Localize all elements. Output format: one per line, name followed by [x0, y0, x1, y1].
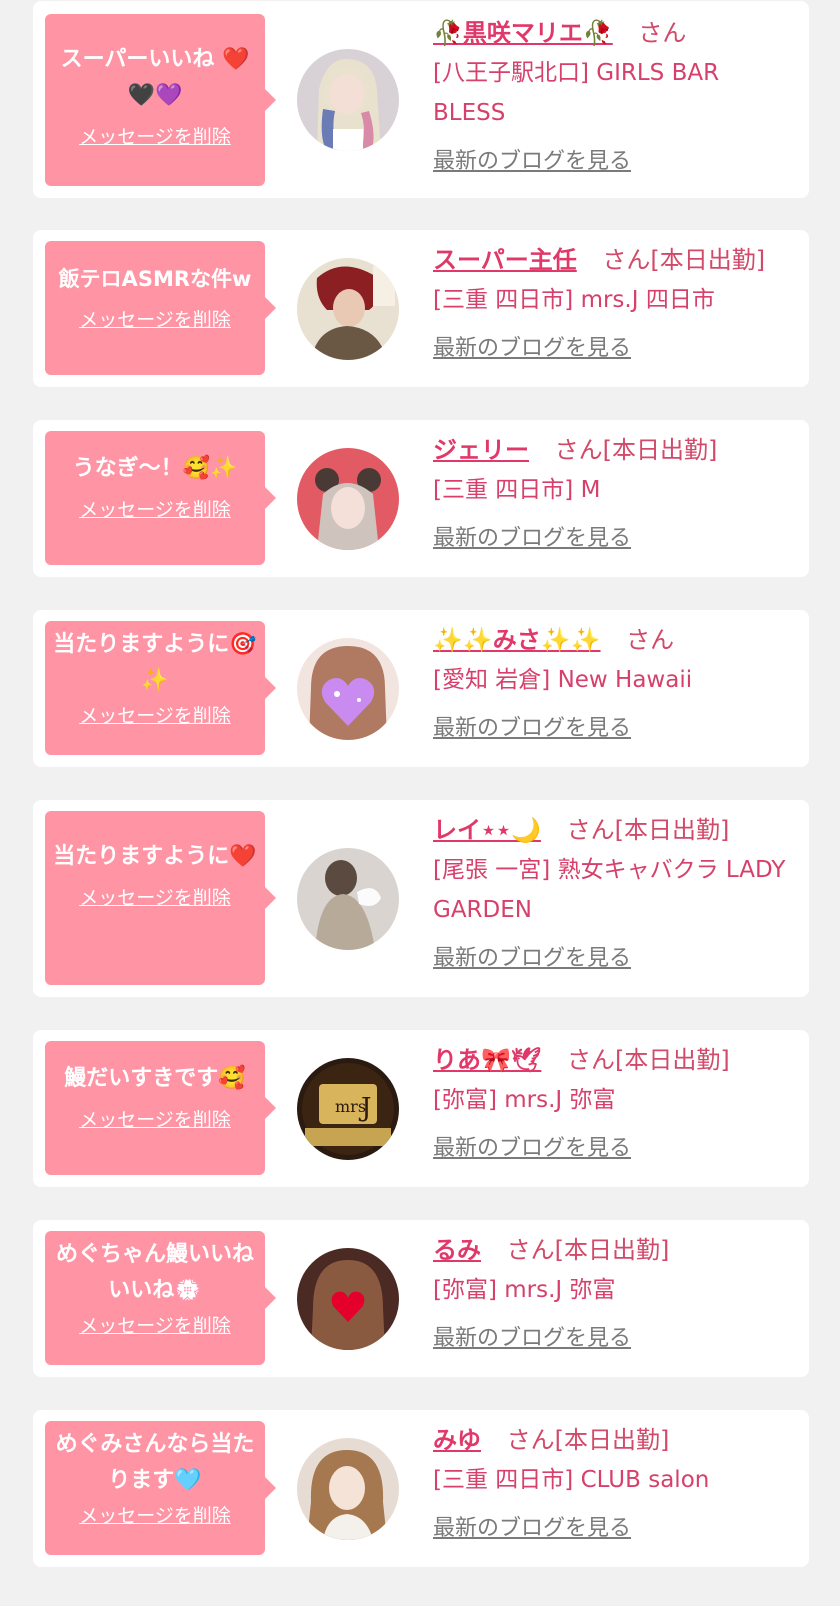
message-card: 鰻だいすきです🥰 メッセージを削除 mrs J りあ🎀🕊 さん[本日出勤] [弥…	[33, 1030, 809, 1187]
avatar[interactable]: mrs J	[297, 1058, 399, 1160]
latest-blog-link[interactable]: 最新のブログを見る	[433, 330, 631, 362]
svg-text:J: J	[358, 1093, 371, 1123]
delete-message-link[interactable]: メッセージを削除	[79, 1501, 231, 1528]
message-card: 当たりますように❤️ メッセージを削除 レイ⋆⋆🌙 さん[本日出勤] [尾張 一…	[33, 800, 809, 997]
shop-info: [三重 四日市] mrs.J 四日市	[433, 287, 715, 313]
delete-message-link[interactable]: メッセージを削除	[79, 1311, 231, 1338]
message-text: スーパーいいね ❤️🖤💜	[60, 47, 250, 108]
cast-info: レイ⋆⋆🌙 さん[本日出勤] [尾張 一宮] 熟女キャバクラ LADY GARD…	[433, 810, 793, 972]
latest-blog-link[interactable]: 最新のブログを見る	[433, 520, 631, 552]
message-card: スーパーいいね ❤️🖤💜 メッセージを削除 🥀黒咲マリエ🥀 さん [八王子駅北口…	[33, 1, 809, 198]
shop-info: [三重 四日市] M	[433, 477, 601, 503]
cast-info: みゆ さん[本日出勤] [三重 四日市] CLUB salon 最新のブログを見…	[433, 1420, 793, 1542]
cast-info: るみ さん[本日出勤] [弥富] mrs.J 弥富 最新のブログを見る	[433, 1230, 793, 1352]
message-card: めぐちゃん鰻いいねいいね💮 メッセージを削除 るみ さん[本日出勤] [弥富] …	[33, 1220, 809, 1377]
delete-message-link[interactable]: メッセージを削除	[79, 495, 231, 522]
message-text: 当たりますように❤️	[53, 844, 257, 869]
cast-name-link[interactable]: りあ🎀🕊	[433, 1046, 541, 1074]
cast-name-link[interactable]: 🥀黒咲マリエ🥀	[433, 19, 613, 47]
delete-message-link[interactable]: メッセージを削除	[79, 305, 231, 332]
shop-info: [尾張 一宮] 熟女キャバクラ LADY GARDEN	[433, 857, 786, 923]
message-bubble: めぐちゃん鰻いいねいいね💮 メッセージを削除	[45, 1231, 276, 1365]
cast-name-link[interactable]: みゆ	[433, 1426, 481, 1454]
latest-blog-link[interactable]: 最新のブログを見る	[433, 143, 631, 175]
latest-blog-link[interactable]: 最新のブログを見る	[433, 940, 631, 972]
message-card: 飯テロASMRな件w メッセージを削除 スーパー主任 さん[本日出勤] [三重 …	[33, 230, 809, 387]
name-line: 🥀黒咲マリエ🥀 さん	[433, 13, 793, 53]
message-bubble: 飯テロASMRな件w メッセージを削除	[45, 241, 276, 375]
shop-info: [愛知 岩倉] New Hawaii	[433, 667, 693, 693]
latest-blog-link[interactable]: 最新のブログを見る	[433, 1130, 631, 1162]
cast-name-link[interactable]: スーパー主任	[433, 246, 577, 274]
message-bubble: 当たりますように🎯✨ メッセージを削除	[45, 621, 276, 755]
cast-name-link[interactable]: レイ⋆⋆🌙	[433, 816, 541, 844]
latest-blog-link[interactable]: 最新のブログを見る	[433, 710, 631, 742]
message-bubble: 当たりますように❤️ メッセージを削除	[45, 811, 276, 985]
avatar[interactable]	[297, 448, 399, 550]
name-line: レイ⋆⋆🌙 さん[本日出勤]	[433, 810, 793, 850]
honorific: さん	[626, 626, 675, 654]
message-bubble: スーパーいいね ❤️🖤💜 メッセージを削除	[45, 14, 276, 186]
name-line: ジェリー さん[本日出勤]	[433, 430, 793, 470]
cast-info: ✨✨みさ✨✨ さん [愛知 岩倉] New Hawaii 最新のブログを見る	[433, 620, 793, 742]
name-line: るみ さん[本日出勤]	[433, 1230, 793, 1270]
cast-info: 🥀黒咲マリエ🥀 さん [八王子駅北口] GIRLS BAR BLESS 最新のブ…	[433, 13, 793, 175]
name-line: スーパー主任 さん[本日出勤]	[433, 240, 793, 280]
cast-name-link[interactable]: るみ	[433, 1236, 481, 1264]
honorific: さん[本日出勤]	[506, 1426, 670, 1454]
avatar[interactable]	[297, 1248, 399, 1350]
latest-blog-link[interactable]: 最新のブログを見る	[433, 1320, 631, 1352]
avatar[interactable]	[297, 848, 399, 950]
delete-message-link[interactable]: メッセージを削除	[79, 122, 231, 149]
avatar[interactable]	[297, 49, 399, 151]
message-bubble: 鰻だいすきです🥰 メッセージを削除	[45, 1041, 276, 1175]
message-bubble: めぐみさんなら当たります🩵 メッセージを削除	[45, 1421, 276, 1555]
cast-name-link[interactable]: ✨✨みさ✨✨	[433, 626, 601, 654]
shop-info: [八王子駅北口] GIRLS BAR BLESS	[433, 60, 720, 126]
message-card: めぐみさんなら当たります🩵 メッセージを削除 みゆ さん[本日出勤] [三重 四…	[33, 1410, 809, 1567]
message-text: 当たりますように🎯✨	[53, 632, 257, 693]
shop-info: [弥富] mrs.J 弥富	[433, 1087, 616, 1113]
name-line: ✨✨みさ✨✨ さん	[433, 620, 793, 660]
delete-message-link[interactable]: メッセージを削除	[79, 701, 231, 728]
cast-name-link[interactable]: ジェリー	[433, 436, 529, 464]
avatar[interactable]	[297, 1438, 399, 1540]
honorific: さん[本日出勤]	[602, 246, 766, 274]
name-line: みゆ さん[本日出勤]	[433, 1420, 793, 1460]
avatar[interactable]	[297, 258, 399, 360]
message-card: 当たりますように🎯✨ メッセージを削除 ✨✨みさ✨✨ さん [愛知 岩倉] Ne…	[33, 610, 809, 767]
cast-info: スーパー主任 さん[本日出勤] [三重 四日市] mrs.J 四日市 最新のブロ…	[433, 240, 793, 362]
message-text: めぐみさんなら当たります🩵	[55, 1432, 255, 1493]
delete-message-link[interactable]: メッセージを削除	[79, 883, 231, 910]
message-text: 鰻だいすきです🥰	[64, 1066, 246, 1091]
honorific: さん	[638, 19, 687, 47]
name-line: りあ🎀🕊 さん[本日出勤]	[433, 1040, 793, 1080]
shop-info: [三重 四日市] CLUB salon	[433, 1467, 710, 1493]
message-bubble: うなぎ〜！🥰✨ メッセージを削除	[45, 431, 276, 565]
message-list: スーパーいいね ❤️🖤💜 メッセージを削除 🥀黒咲マリエ🥀 さん [八王子駅北口…	[0, 0, 840, 1606]
message-card: うなぎ〜！🥰✨ メッセージを削除 ジェリー さん[本日出勤] [三重 四日市] …	[33, 420, 809, 577]
honorific: さん[本日出勤]	[567, 1046, 730, 1074]
message-text: うなぎ〜！🥰✨	[72, 456, 238, 481]
avatar[interactable]	[297, 638, 399, 740]
shop-info: [弥富] mrs.J 弥富	[433, 1277, 616, 1303]
honorific: さん[本日出勤]	[554, 436, 718, 464]
delete-message-link[interactable]: メッセージを削除	[79, 1105, 231, 1132]
message-text: めぐちゃん鰻いいねいいね💮	[55, 1242, 254, 1303]
cast-info: りあ🎀🕊 さん[本日出勤] [弥富] mrs.J 弥富 最新のブログを見る	[433, 1040, 793, 1162]
latest-blog-link[interactable]: 最新のブログを見る	[433, 1510, 631, 1542]
honorific: さん[本日出勤]	[566, 816, 730, 844]
message-text: 飯テロASMRな件w	[58, 267, 252, 291]
honorific: さん[本日出勤]	[506, 1236, 670, 1264]
cast-info: ジェリー さん[本日出勤] [三重 四日市] M 最新のブログを見る	[433, 430, 793, 552]
